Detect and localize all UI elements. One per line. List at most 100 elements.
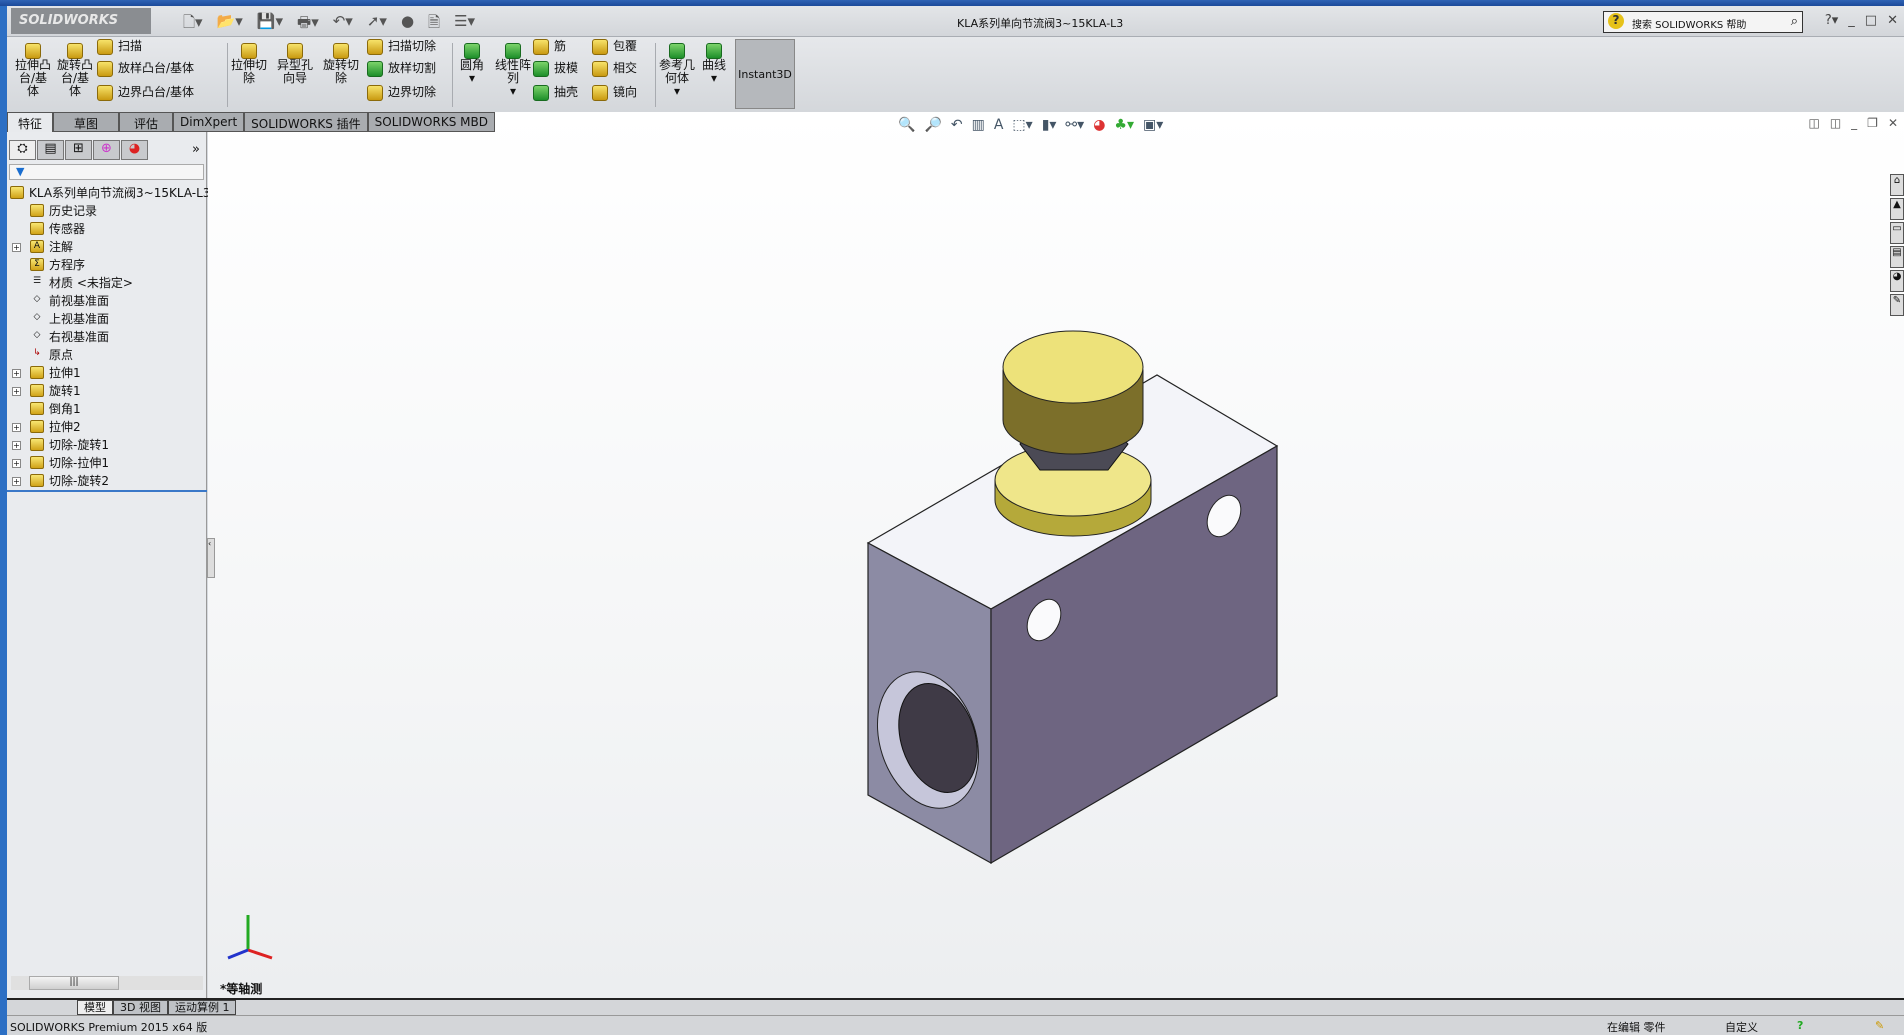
tree-item-extrude1[interactable]: + 拉伸1 (7, 364, 207, 382)
tab-dimxpert[interactable]: DimXpert (173, 112, 245, 132)
close-button[interactable]: ✕ (1887, 13, 1898, 28)
lofted-cut-button[interactable]: 放样切割 (367, 59, 436, 77)
wrap-button[interactable]: 包覆 (592, 37, 637, 55)
fillet-button[interactable]: 圆角 ▾ (457, 43, 487, 85)
revolve-icon (30, 384, 44, 397)
tree-root-part[interactable]: KLA系列单向节流阀3~15KLA-L3 (7, 184, 210, 202)
label: 历史记录 (49, 204, 98, 218)
help-icon[interactable]: ? (1797, 1019, 1803, 1032)
feature-tree-tab-icon[interactable]: ⛭ (9, 140, 36, 160)
tab-model[interactable]: 模型 (77, 1000, 113, 1015)
sweep-button[interactable]: 扫描 (97, 37, 142, 55)
rebuild-status-icon[interactable]: ✎ (1875, 1019, 1884, 1032)
expand-icon[interactable]: + (12, 459, 21, 468)
extrude-boss-button[interactable]: 拉伸凸台/基体 (15, 43, 51, 98)
tab-features[interactable]: 特征 (7, 112, 54, 132)
tree-item-right-plane[interactable]: ◇ 右视基准面 (7, 328, 207, 346)
shell-button[interactable]: 抽壳 (533, 83, 578, 101)
boundary-boss-button[interactable]: 边界凸台/基体 (97, 83, 194, 101)
intersect-button[interactable]: 相交 (592, 59, 637, 77)
intersect-icon (592, 60, 608, 77)
configuration-manager-tab-icon[interactable]: ⊞ (65, 140, 92, 160)
more-tabs-icon[interactable]: » (192, 142, 200, 157)
adjustment-knob[interactable] (994, 330, 1152, 537)
tab-sketch[interactable]: 草图 (53, 112, 120, 132)
extrude-cut-button[interactable]: 拉伸切除 (231, 43, 267, 85)
tree-item-top-plane[interactable]: ◇ 上视基准面 (7, 310, 207, 328)
rib-button[interactable]: 筋 (533, 37, 566, 55)
tree-item-cut-extrude1[interactable]: + 切除-拉伸1 (7, 454, 207, 472)
tree-item-cut-revolve2[interactable]: + 切除-旋转2 (7, 472, 207, 490)
help-menu-icon[interactable]: ?▾ (1825, 13, 1838, 28)
dimxpert-manager-tab-icon[interactable]: ⊕ (93, 140, 120, 160)
expand-icon[interactable]: + (12, 423, 21, 432)
tree-item-chamfer1[interactable]: 倒角1 (7, 400, 207, 418)
graphics-viewport[interactable]: 🔍 🔎 ↶ ▥ A ⬚▾ ▮▾ ⚯▾ ◕ ♣▾ ▣▾ ◫ ◫ _ ❐ ✕ ⌂ ▲… (208, 112, 1904, 998)
loft-icon (97, 60, 113, 77)
open-icon[interactable]: 📂▾ (217, 12, 243, 37)
linear-pattern-button[interactable]: 线性阵列 ▾ (491, 43, 535, 98)
expand-icon[interactable]: + (12, 369, 21, 378)
curves-button[interactable]: 曲线 ▾ (699, 43, 729, 85)
filter-input[interactable]: ▼ (9, 164, 204, 180)
instant3d-button[interactable]: Instant3D (735, 39, 795, 109)
hole-wizard-button[interactable]: 异型孔向导 (277, 43, 313, 85)
revolve-boss-button[interactable]: 旋转凸台/基体 (57, 43, 93, 98)
label: 右视基准面 (49, 330, 110, 344)
print-icon[interactable]: 🖶▾ (297, 12, 319, 37)
tree-item-annotations[interactable]: + A 注解 (7, 238, 207, 256)
label: 旋转凸台/基体 (57, 58, 94, 98)
file-properties-icon[interactable]: 🗎 (428, 12, 440, 37)
tree-item-extrude2[interactable]: + 拉伸2 (7, 418, 207, 436)
tree-item-sensors[interactable]: 传感器 (7, 220, 207, 238)
label: 旋转切除 (323, 58, 360, 85)
tree-item-equations[interactable]: Σ 方程序 (7, 256, 207, 274)
tab-evaluate[interactable]: 评估 (119, 112, 174, 132)
options-icon[interactable]: ☰▾ (454, 12, 475, 37)
tree-horizontal-scrollbar[interactable]: ||| (11, 976, 203, 990)
command-tabs: 特征 草图 评估 DimXpert SOLIDWORKS 插件 SOLIDWOR… (7, 112, 495, 132)
tab-mbd[interactable]: SOLIDWORKS MBD (367, 112, 495, 132)
search-icon[interactable]: ⌕ (1791, 14, 1798, 29)
tree-item-material[interactable]: ☰ 材质 <未指定> (7, 274, 207, 292)
help-search-input[interactable]: ? 搜索 SOLIDWORKS 帮助 ⌕ (1603, 11, 1803, 33)
swept-cut-button[interactable]: 扫描切除 (367, 37, 436, 55)
panel-tabs: ⛭ ▤ ⊞ ⊕ ◕ (9, 140, 148, 160)
draft-button[interactable]: 拔模 (533, 59, 578, 77)
scrollbar-thumb[interactable]: ||| (29, 976, 119, 990)
solidworks-logo[interactable]: SOLIDWORKS (11, 8, 151, 34)
tree-item-origin[interactable]: ↳ 原点 (7, 346, 207, 364)
tab-addins[interactable]: SOLIDWORKS 插件 (244, 112, 368, 132)
expand-icon[interactable]: + (12, 243, 21, 252)
tab-motion-study[interactable]: 运动算例 1 (167, 1000, 237, 1015)
maximize-button[interactable]: □ (1865, 13, 1877, 28)
tree-item-history[interactable]: 历史记录 (7, 202, 207, 220)
tree-item-front-plane[interactable]: ◇ 前视基准面 (7, 292, 207, 310)
new-icon[interactable]: 🗋▾ (183, 12, 203, 37)
save-icon[interactable]: 💾▾ (257, 12, 283, 37)
tree-item-cut-revolve1[interactable]: + 切除-旋转1 (7, 436, 207, 454)
units-selector[interactable]: 自定义 (1725, 1019, 1758, 1035)
select-icon[interactable]: ➚▾ (367, 12, 387, 37)
property-manager-tab-icon[interactable]: ▤ (37, 140, 64, 160)
expand-icon[interactable]: + (12, 477, 21, 486)
loft-boss-button[interactable]: 放样凸台/基体 (97, 59, 194, 77)
undo-icon[interactable]: ↶▾ (333, 12, 353, 37)
expand-icon[interactable]: + (12, 441, 21, 450)
panel-collapse-handle[interactable]: ‹ (207, 538, 215, 578)
tab-3d-views[interactable]: 3D 视图 (113, 1000, 168, 1015)
minimize-button[interactable]: _ (1848, 13, 1855, 28)
rollback-bar[interactable] (7, 490, 207, 492)
mirror-button[interactable]: 镜向 (592, 83, 637, 101)
revolve-cut-button[interactable]: 旋转切除 (323, 43, 359, 85)
label: 切除-旋转2 (49, 474, 109, 488)
expand-icon[interactable]: + (12, 387, 21, 396)
display-manager-tab-icon[interactable]: ◕ (121, 140, 148, 160)
label: 扫描切除 (388, 39, 437, 53)
rebuild-icon[interactable]: ● (401, 12, 414, 37)
tree-item-revolve1[interactable]: + 旋转1 (7, 382, 207, 400)
reference-geometry-button[interactable]: 参考几何体 ▾ (659, 43, 695, 98)
rib-icon (533, 38, 549, 55)
cut-extrude-icon (30, 456, 44, 469)
boundary-cut-button[interactable]: 边界切除 (367, 83, 436, 101)
